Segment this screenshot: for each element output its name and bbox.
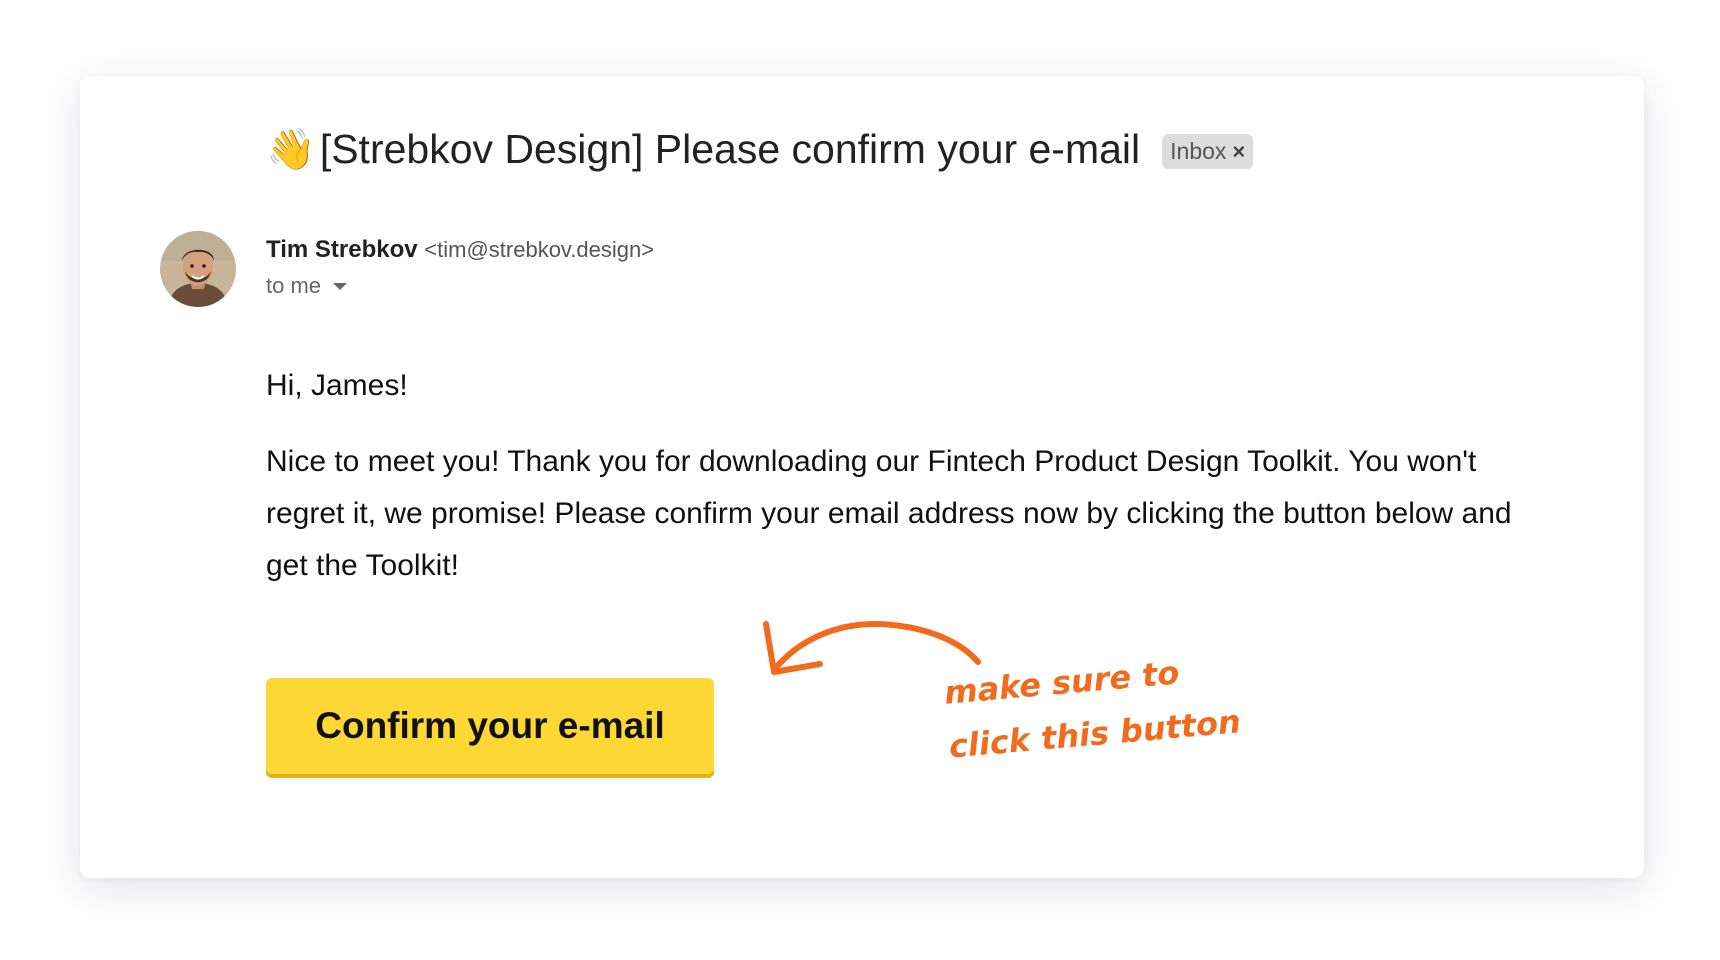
email-body: Nice to meet you! Thank you for download…	[266, 445, 1512, 582]
chevron-down-icon[interactable]	[333, 282, 348, 290]
inbox-label-badge[interactable]: Inbox ×	[1162, 134, 1254, 169]
sender-email: <tim@strebkov.design>	[424, 237, 655, 262]
waving-hand-icon: 👋	[266, 127, 316, 172]
email-greeting: Hi, James!	[266, 369, 408, 402]
confirm-email-button[interactable]: Confirm your e-mail	[266, 678, 714, 774]
email-card: 👋 [Strebkov Design] Please confirm your …	[80, 76, 1644, 878]
recipient-line[interactable]: to me	[266, 273, 348, 299]
subject-row: 👋 [Strebkov Design] Please confirm your …	[266, 126, 1254, 173]
email-subject: [Strebkov Design] Please confirm your e-…	[319, 126, 1141, 172]
avatar[interactable]	[160, 231, 236, 307]
recipient-text: to me	[266, 273, 322, 298]
close-icon[interactable]: ×	[1232, 139, 1245, 165]
inbox-label-text: Inbox	[1170, 138, 1227, 164]
person-photo-icon	[160, 231, 236, 307]
sender-name[interactable]: Tim Strebkov	[266, 236, 418, 263]
sender-line: Tim Strebkov <tim@strebkov.design>	[266, 236, 654, 264]
